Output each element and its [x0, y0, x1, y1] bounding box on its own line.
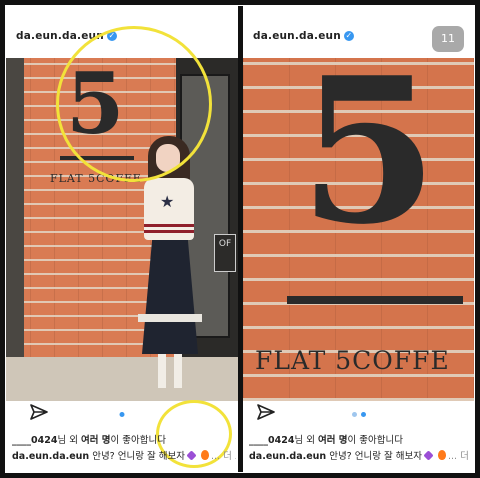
caption-text: 안녕? 언니랑 잘 해보자: [89, 451, 185, 462]
left-instagram-post: da.eun.da.eun ✓ OF 5 FLAT 5COFFE ★ ____0…: [6, 6, 238, 472]
post-photo[interactable]: 5 FLAT 5COFFE: [243, 58, 474, 401]
likes-user[interactable]: ____0424: [12, 435, 57, 446]
carousel-dot-active: [119, 412, 125, 417]
carousel-indicator: [350, 412, 368, 418]
sign-bar: [287, 296, 463, 304]
username-link[interactable]: da.eun.da.eun ✓: [253, 30, 354, 42]
likes-line[interactable]: ____0424님 외 여러 명이 좋아합니다: [12, 432, 234, 446]
fire-emoji-icon: [437, 450, 446, 460]
likes-others[interactable]: 여러 명: [81, 435, 111, 446]
caption-username[interactable]: da.eun.da.eun: [12, 451, 89, 462]
highlight-circle-top: [56, 26, 212, 182]
purple-heart-emoji-icon: [186, 450, 197, 461]
post-actions: [6, 402, 238, 424]
fire-emoji-icon: [200, 450, 209, 460]
caption-line: da.eun.da.eun 안녕? 언니랑 잘 해보자 ... 더 보기: [12, 448, 236, 462]
carousel-dot-active: [360, 412, 366, 417]
caption-username[interactable]: da.eun.da.eun: [249, 451, 326, 462]
username-text[interactable]: da.eun.da.eun: [253, 30, 341, 42]
likes-others[interactable]: 여러 명: [318, 435, 348, 446]
purple-heart-emoji-icon: [423, 450, 434, 461]
star-pattern-icon: ★: [160, 192, 175, 211]
caption-line: da.eun.da.eun 안녕? 언니랑 잘 해보자 ... 더 보기: [249, 448, 472, 462]
post-header: da.eun.da.eun ✓ 11: [243, 6, 474, 56]
sign-number-five: 5: [299, 58, 439, 269]
caption-text: 안녕? 언니랑 잘 해보자: [326, 451, 422, 462]
more-link[interactable]: ... 더 보기: [448, 451, 472, 462]
send-paper-plane-icon[interactable]: [30, 404, 48, 420]
likes-line[interactable]: ____0424님 외 여러 명이 좋아합니다: [249, 432, 470, 446]
sign-text: FLAT 5COFFE: [255, 346, 450, 375]
shadow-wall: [6, 58, 24, 401]
verified-badge-icon: ✓: [343, 31, 354, 41]
likes-user[interactable]: ____0424: [249, 435, 294, 446]
right-instagram-post: da.eun.da.eun ✓ 11 5 FLAT 5COFFE ____0424…: [243, 6, 474, 472]
door-sign: OF: [214, 234, 236, 272]
send-paper-plane-icon[interactable]: [257, 404, 275, 420]
carousel-counter-badge: 11: [432, 26, 464, 52]
carousel-indicator: [118, 412, 127, 418]
more-link[interactable]: ... 더 보기: [211, 451, 236, 462]
carousel-dot: [351, 412, 357, 417]
post-actions: [243, 402, 474, 424]
